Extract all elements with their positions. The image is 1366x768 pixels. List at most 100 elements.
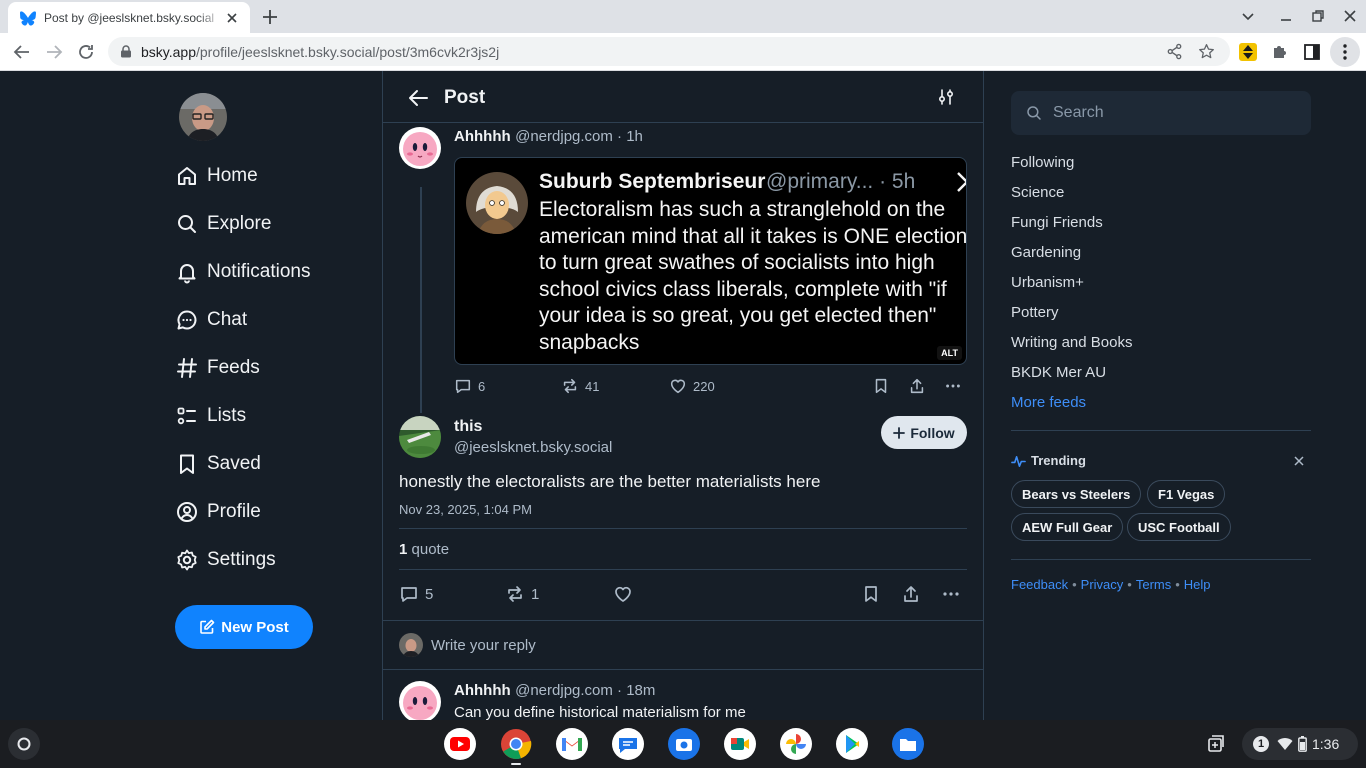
more-icon[interactable] xyxy=(944,377,962,395)
nav-feeds[interactable]: Feeds xyxy=(175,348,260,388)
nav-profile[interactable]: Profile xyxy=(175,492,261,532)
feed-link-writing-and-books[interactable]: Writing and Books xyxy=(1011,334,1132,351)
feed-link-bkdk-mer-au[interactable]: BKDK Mer AU xyxy=(1011,364,1106,381)
author-handle[interactable]: @nerdjpg.com · 1h xyxy=(515,128,643,145)
author-name[interactable]: Ahhhhh xyxy=(454,682,511,699)
trending-chip[interactable]: F1 Vegas xyxy=(1147,480,1226,508)
close-icon[interactable] xyxy=(224,10,240,26)
extension-badge-icon[interactable] xyxy=(1238,42,1258,62)
reply-input[interactable]: Write your reply xyxy=(431,637,536,654)
post-image[interactable]: Suburb Septembriseur @primary... · 5h El… xyxy=(454,157,967,365)
close-icon[interactable] xyxy=(1293,455,1305,467)
more-feeds-link[interactable]: More feeds xyxy=(1011,394,1086,411)
author-avatar[interactable] xyxy=(399,416,441,458)
kirby-avatar[interactable] xyxy=(399,681,441,720)
alt-badge[interactable]: ALT xyxy=(937,346,962,360)
share-icon[interactable] xyxy=(901,584,921,604)
nav-explore[interactable]: Explore xyxy=(175,204,271,244)
thread-line xyxy=(420,187,422,413)
quoted-avatar xyxy=(466,172,528,234)
nav-lists[interactable]: Lists xyxy=(175,396,246,436)
browser-tab[interactable]: Post by @jeeslsknet.bsky.social xyxy=(8,2,250,33)
tote-icon[interactable] xyxy=(1206,734,1226,754)
reply-button[interactable]: 5 xyxy=(399,584,433,604)
status-tray[interactable]: 1 1:36 xyxy=(1242,728,1358,760)
more-icon[interactable] xyxy=(941,584,961,604)
share-icon[interactable] xyxy=(1166,43,1183,60)
nav-notifications[interactable]: Notifications xyxy=(175,252,311,292)
author-name[interactable]: this xyxy=(454,418,482,436)
trending-chip[interactable]: Bears vs Steelers xyxy=(1011,480,1142,508)
chrome-icon[interactable] xyxy=(500,728,532,760)
gmail-icon[interactable] xyxy=(556,728,588,760)
like-count-button[interactable]: 220 xyxy=(669,377,715,395)
star-icon[interactable] xyxy=(1198,43,1215,60)
photos-icon[interactable] xyxy=(780,728,812,760)
sliders-icon[interactable] xyxy=(937,88,955,106)
plus-icon[interactable] xyxy=(260,7,280,27)
quote-count-link[interactable]: 1 quote xyxy=(399,541,449,558)
reply-post-meta: Ahhhhh @nerdjpg.com · 18m xyxy=(454,682,655,700)
trending-chip[interactable]: AEW Full Gear xyxy=(1011,513,1124,541)
feed-link-fungi-friends[interactable]: Fungi Friends xyxy=(1011,214,1103,231)
files-icon[interactable] xyxy=(892,728,924,760)
meet-icon[interactable] xyxy=(724,728,756,760)
follow-button[interactable]: Follow xyxy=(881,416,967,449)
feed-link-following[interactable]: Following xyxy=(1011,154,1074,171)
repost-button[interactable]: 1 xyxy=(505,584,539,604)
reload-icon[interactable] xyxy=(76,42,96,62)
feed-link-urbanism[interactable]: Urbanism+ xyxy=(1011,274,1084,291)
back-arrow-icon[interactable] xyxy=(407,87,429,109)
youtube-icon[interactable] xyxy=(444,728,476,760)
bookmark-icon[interactable] xyxy=(872,377,890,395)
help-link[interactable]: Help xyxy=(1184,577,1211,592)
quoted-author-handle: @primary... · 5h xyxy=(766,170,916,193)
author-name[interactable]: Ahhhhh xyxy=(454,128,511,145)
feed-link-gardening[interactable]: Gardening xyxy=(1011,244,1081,261)
feedback-link[interactable]: Feedback xyxy=(1011,577,1068,592)
page-title: Post xyxy=(444,87,486,108)
side-panel-icon[interactable] xyxy=(1302,42,1322,62)
nav-home[interactable]: Home xyxy=(175,156,258,196)
nav-settings[interactable]: Settings xyxy=(175,540,276,580)
privacy-link[interactable]: Privacy xyxy=(1081,577,1124,592)
user-avatar[interactable] xyxy=(179,93,227,141)
forward-arrow-icon[interactable] xyxy=(44,42,64,62)
list-icon xyxy=(177,407,196,425)
camera-icon[interactable] xyxy=(668,728,700,760)
address-bar[interactable]: bsky.app/profile/jeeslsknet.bsky.social/… xyxy=(108,37,1230,66)
post-thread-column: Post Ahhhhh @nerdjpg.com · 1h Suburb Sep… xyxy=(382,71,984,720)
search-input[interactable] xyxy=(1053,104,1293,122)
new-post-button[interactable]: New Post xyxy=(175,605,313,649)
bookmark-icon[interactable] xyxy=(861,584,881,604)
launcher-icon xyxy=(17,737,31,751)
messages-icon[interactable] xyxy=(612,728,644,760)
nav-chat[interactable]: Chat xyxy=(175,300,247,340)
kirby-avatar[interactable] xyxy=(399,127,441,169)
share-icon[interactable] xyxy=(908,377,926,395)
close-window-icon[interactable] xyxy=(1342,8,1358,24)
comment-icon xyxy=(401,587,417,602)
feed-link-pottery[interactable]: Pottery xyxy=(1011,304,1059,321)
author-handle[interactable]: @nerdjpg.com · 18m xyxy=(515,682,655,699)
launcher-button[interactable] xyxy=(8,728,40,760)
minimize-icon[interactable] xyxy=(1278,8,1294,24)
reply-count-button[interactable]: 6 xyxy=(454,377,485,395)
back-arrow-icon[interactable] xyxy=(12,42,32,62)
chevron-down-icon[interactable] xyxy=(1240,8,1256,24)
trending-chip[interactable]: USC Football xyxy=(1127,513,1231,541)
author-handle[interactable]: @jeeslsknet.bsky.social xyxy=(454,439,612,456)
restore-icon[interactable] xyxy=(1310,8,1326,24)
terms-link[interactable]: Terms xyxy=(1136,577,1171,592)
trending-icon xyxy=(1011,456,1026,467)
heart-icon[interactable] xyxy=(613,584,633,604)
play-store-icon[interactable] xyxy=(836,728,868,760)
feed-link-science[interactable]: Science xyxy=(1011,184,1064,201)
search-box[interactable] xyxy=(1011,91,1311,135)
menu-button[interactable] xyxy=(1330,37,1360,67)
nav-saved[interactable]: Saved xyxy=(175,444,261,484)
puzzle-icon[interactable] xyxy=(1270,42,1290,62)
footer-links: Feedback • Privacy • Terms • Help xyxy=(1011,577,1211,592)
home-icon xyxy=(178,167,196,185)
repost-count-button[interactable]: 41 xyxy=(561,377,599,395)
